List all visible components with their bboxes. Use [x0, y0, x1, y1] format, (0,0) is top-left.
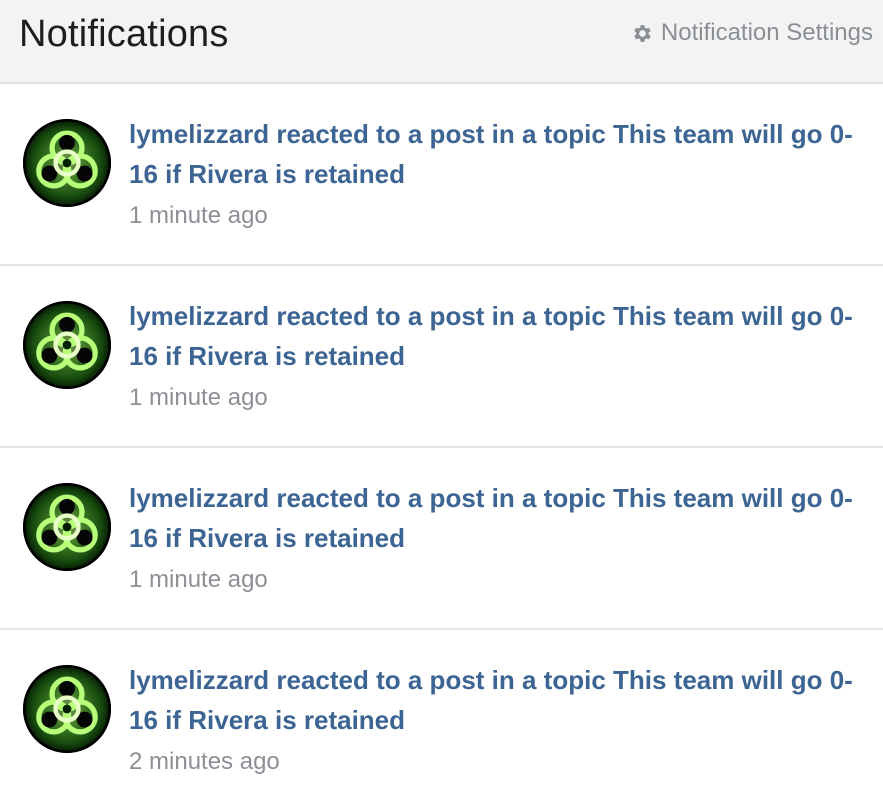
page-title: Notifications: [19, 13, 229, 55]
notification-body: lymelizzard reacted to a post in a topic…: [129, 296, 871, 413]
notification-time: 2 minutes ago: [129, 748, 280, 775]
notification-link[interactable]: lymelizzard reacted to a post in a topic…: [129, 114, 871, 194]
notification-item[interactable]: lymelizzard reacted to a post in a topic…: [0, 84, 883, 266]
notification-time: 1 minute ago: [129, 384, 268, 411]
notification-link[interactable]: lymelizzard reacted to a post in a topic…: [129, 660, 871, 740]
notification-body: lymelizzard reacted to a post in a topic…: [129, 114, 871, 231]
page-header: Notifications Notification Settings: [0, 0, 883, 84]
notification-item[interactable]: lymelizzard reacted to a post in a topic…: [0, 448, 883, 630]
avatar[interactable]: [23, 119, 111, 207]
notification-link[interactable]: lymelizzard reacted to a post in a topic…: [129, 478, 871, 558]
notification-body: lymelizzard reacted to a post in a topic…: [129, 478, 871, 595]
notification-item[interactable]: lymelizzard reacted to a post in a topic…: [0, 630, 883, 788]
gear-icon: [631, 22, 654, 45]
notification-settings-label: Notification Settings: [660, 19, 873, 46]
notification-link[interactable]: lymelizzard reacted to a post in a topic…: [129, 296, 871, 376]
avatar[interactable]: [23, 483, 111, 571]
notification-item[interactable]: lymelizzard reacted to a post in a topic…: [0, 266, 883, 448]
notification-body: lymelizzard reacted to a post in a topic…: [129, 660, 871, 777]
notification-time: 1 minute ago: [129, 566, 268, 593]
notification-settings-link[interactable]: Notification Settings: [631, 19, 873, 47]
avatar[interactable]: [23, 301, 111, 389]
avatar[interactable]: [23, 665, 111, 753]
notification-list: lymelizzard reacted to a post in a topic…: [0, 84, 883, 788]
notification-time: 1 minute ago: [129, 202, 268, 229]
